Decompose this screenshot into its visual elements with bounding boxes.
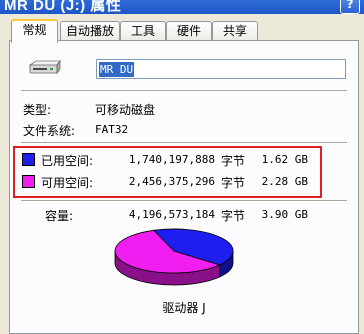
divider bbox=[21, 200, 347, 202]
type-label: 类型: bbox=[23, 103, 52, 117]
drive-label: 驱动器 J bbox=[162, 301, 206, 315]
tab-tools[interactable]: 工具 bbox=[120, 21, 166, 40]
window-title: MR DU (J:) 属性 bbox=[4, 0, 122, 14]
filesystem-label: 文件系统: bbox=[23, 124, 76, 138]
filesystem-value: FAT32 bbox=[95, 123, 129, 136]
capacity-gb: 3.90 GB bbox=[261, 208, 308, 221]
removable-drive-icon bbox=[28, 59, 61, 75]
general-panel: MR DU 类型: 可移动磁盘 文件系统: FAT32 已用空间: 1,740,… bbox=[9, 40, 359, 334]
help-button[interactable]: ? bbox=[340, 0, 360, 14]
free-space-unit: 字节 bbox=[221, 176, 246, 190]
drive-name-value: MR DU bbox=[99, 62, 135, 77]
used-space-swatch bbox=[22, 153, 35, 166]
divider bbox=[21, 90, 347, 92]
tab-autoplay[interactable]: 自动播放 bbox=[60, 21, 120, 40]
tab-hardware[interactable]: 硬件 bbox=[166, 21, 212, 40]
disk-usage-pie bbox=[114, 228, 234, 286]
capacity-unit: 字节 bbox=[221, 209, 246, 223]
capacity-label: 容量: bbox=[45, 209, 74, 223]
type-value: 可移动磁盘 bbox=[95, 103, 156, 117]
title-bar: MR DU (J:) 属性 ? bbox=[0, 0, 364, 14]
drive-name-input[interactable]: MR DU bbox=[96, 59, 346, 79]
free-space-gb: 2.28 GB bbox=[261, 175, 308, 188]
used-space-bytes: 1,740,197,888 bbox=[128, 153, 215, 166]
tab-general[interactable]: 常规 bbox=[11, 19, 58, 43]
capacity-bytes: 4,196,573,184 bbox=[128, 208, 215, 221]
tab-sharing[interactable]: 共享 bbox=[212, 21, 258, 40]
free-space-bytes: 2,456,375,296 bbox=[128, 175, 215, 188]
divider bbox=[21, 142, 347, 144]
used-space-unit: 字节 bbox=[221, 154, 246, 168]
used-space-gb: 1.62 GB bbox=[261, 153, 308, 166]
free-space-swatch bbox=[22, 175, 35, 188]
